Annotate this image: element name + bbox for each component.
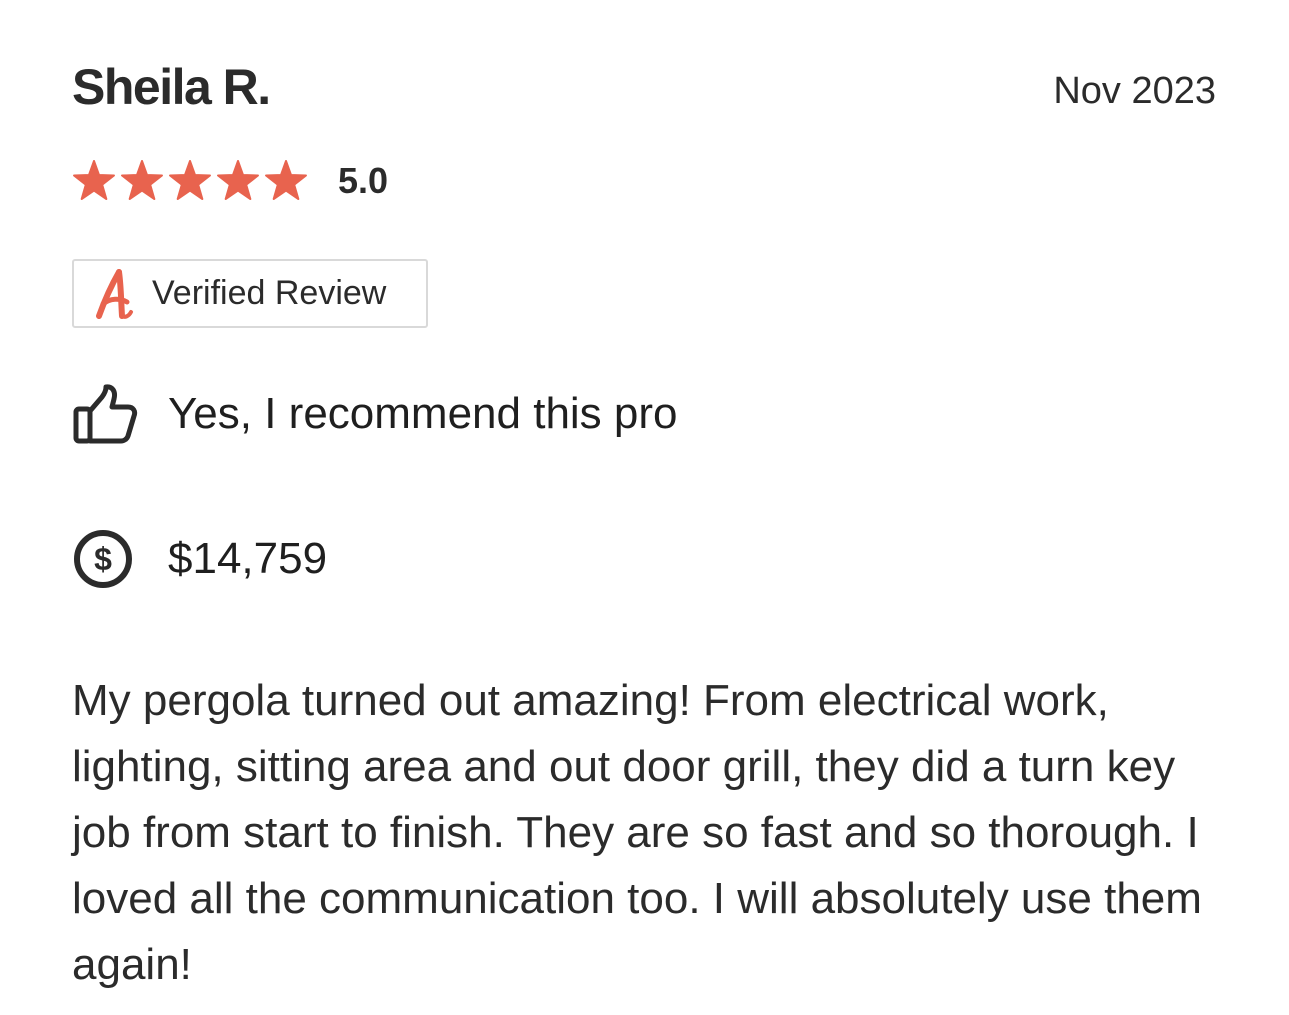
- recommendation: Yes, I recommend this pro: [72, 383, 678, 445]
- review-date: Nov 2023: [1053, 70, 1216, 112]
- recommend-label: Yes, I recommend this pro: [168, 389, 678, 438]
- verified-review-badge: Verified Review: [72, 259, 428, 328]
- star-icon: [121, 160, 163, 200]
- cost-amount: $14,759: [168, 534, 328, 583]
- thumbs-up-icon: [73, 384, 138, 444]
- star-icon: [73, 160, 115, 200]
- star-icon: [169, 160, 211, 200]
- star-icon: [217, 160, 259, 200]
- review-card: Sheila R. Nov 2023 5.0 Verified Review Y…: [72, 0, 1216, 1015]
- dollar-circle-icon: $: [74, 530, 132, 588]
- star-icon: [265, 160, 307, 200]
- verified-review-label: Verified Review: [152, 274, 387, 312]
- rating-value: 5.0: [338, 160, 389, 201]
- rating-row: 5.0: [72, 158, 388, 204]
- svg-text:$: $: [94, 541, 112, 577]
- star-rating: [72, 159, 312, 203]
- review-text: My pergola turned out amazing! From elec…: [72, 676, 1202, 989]
- angi-logo-icon: [96, 268, 133, 319]
- reviewer-name: Sheila R.: [72, 59, 271, 115]
- project-cost: $ $14,759: [72, 528, 327, 590]
